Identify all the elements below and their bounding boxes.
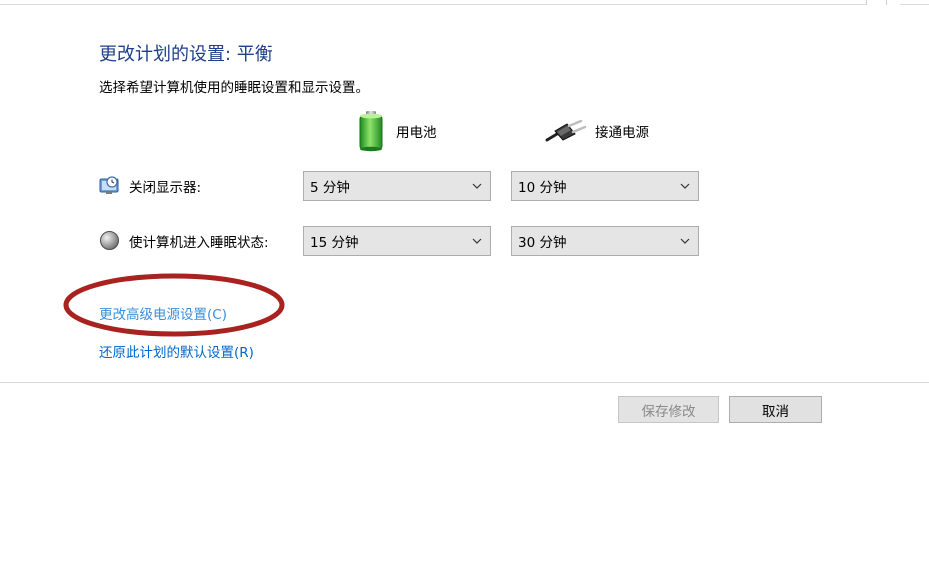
advanced-power-settings-link[interactable]: 更改高级电源设置(C) xyxy=(99,303,227,323)
chevron-down-icon xyxy=(472,183,482,189)
chevron-down-icon xyxy=(680,238,690,244)
top-border xyxy=(0,4,866,5)
chevron-down-icon xyxy=(680,183,690,189)
row-label-sleep: 使计算机进入睡眠状态: xyxy=(99,230,269,251)
display-off-plugged-select[interactable]: 10 分钟 xyxy=(511,171,699,201)
save-changes-button[interactable]: 保存修改 xyxy=(618,396,719,423)
moon-sleep-icon xyxy=(100,231,119,250)
column-header-plugged: 接通电源 xyxy=(545,118,649,144)
column-label-plugged: 接通电源 xyxy=(595,125,649,141)
select-value: 10 分钟 xyxy=(518,180,567,196)
row-label-text: 使计算机进入睡眠状态: xyxy=(129,234,269,251)
page-title: 更改计划的设置: 平衡 xyxy=(99,44,273,65)
battery-icon xyxy=(359,111,383,152)
sleep-plugged-select[interactable]: 30 分钟 xyxy=(511,226,699,256)
top-border-tick xyxy=(886,0,887,5)
power-plug-icon xyxy=(545,119,587,142)
column-header-battery: 用电池 xyxy=(355,110,437,152)
footer-divider xyxy=(0,382,929,383)
chevron-down-icon xyxy=(472,238,482,244)
restore-defaults-link[interactable]: 还原此计划的默认设置(R) xyxy=(99,341,254,361)
top-border xyxy=(900,4,929,5)
select-value: 5 分钟 xyxy=(310,180,350,196)
page-subtitle: 选择希望计算机使用的睡眠设置和显示设置。 xyxy=(99,80,369,96)
column-label-battery: 用电池 xyxy=(396,125,437,141)
display-off-battery-select[interactable]: 5 分钟 xyxy=(303,171,491,201)
row-label-text: 关闭显示器: xyxy=(129,179,202,196)
top-border-tick xyxy=(866,0,867,5)
select-value: 15 分钟 xyxy=(310,235,359,251)
power-plan-settings-page: 更改计划的设置: 平衡 选择希望计算机使用的睡眠设置和显示设置。 用电池 接通电… xyxy=(0,0,929,567)
monitor-clock-icon xyxy=(99,176,119,194)
select-value: 30 分钟 xyxy=(518,235,567,251)
cancel-button[interactable]: 取消 xyxy=(729,396,822,423)
row-label-turn-off-display: 关闭显示器: xyxy=(99,175,201,196)
sleep-battery-select[interactable]: 15 分钟 xyxy=(303,226,491,256)
